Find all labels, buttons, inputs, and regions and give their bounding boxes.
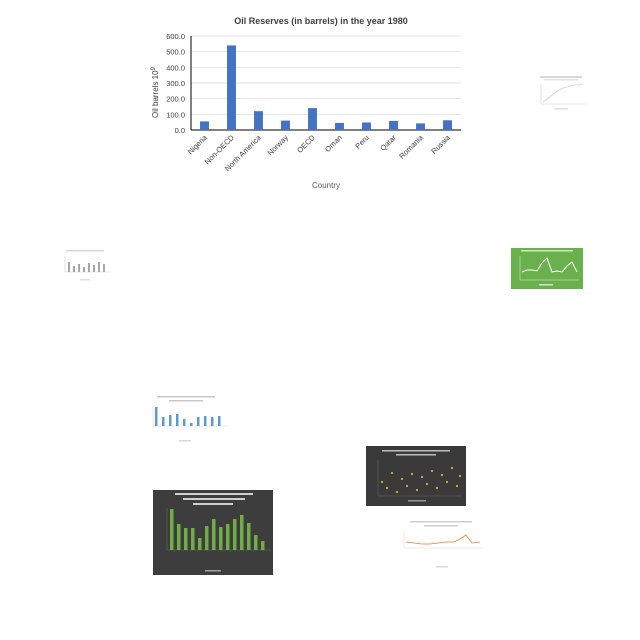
x-tick-label: Romania bbox=[397, 132, 425, 160]
y-tick-label: 500.0 bbox=[166, 48, 185, 57]
bar-russia bbox=[443, 120, 452, 130]
svg-text:Oil barrels 109: Oil barrels 109 bbox=[151, 66, 160, 118]
y-axis-label-exponent: 9 bbox=[151, 66, 157, 70]
thumb-scatter-white bbox=[532, 72, 590, 112]
y-tick-label: 0.0 bbox=[175, 126, 185, 135]
y-axis-label-text: Oil barrels 10 bbox=[151, 70, 160, 118]
x-axis-label: Country bbox=[312, 181, 340, 190]
thumb-bar-blue bbox=[143, 394, 229, 446]
bar-peru bbox=[362, 122, 371, 130]
y-tick-label: 300.0 bbox=[166, 79, 185, 88]
y-tick-label: 200.0 bbox=[166, 95, 185, 104]
thumb-bar-gray bbox=[58, 248, 112, 284]
bar-nigeria bbox=[200, 121, 209, 130]
y-tick-label: 600.0 bbox=[166, 32, 185, 41]
x-tick-label: Qatar bbox=[378, 133, 398, 153]
x-tick-label: Oman bbox=[323, 133, 344, 154]
x-tick-label: Peru bbox=[353, 133, 371, 151]
thumb-line-orange bbox=[396, 518, 484, 572]
y-tick-label: 100.0 bbox=[166, 110, 185, 119]
y-axis-label: Oil barrels 109 bbox=[151, 66, 160, 118]
x-tick-label: Nigeria bbox=[186, 132, 210, 156]
x-tick-label: Russia bbox=[429, 132, 452, 155]
bar-qatar bbox=[389, 120, 398, 130]
bar-oman bbox=[335, 122, 344, 130]
thumb-scatter-dark bbox=[366, 446, 466, 506]
thumb-bar-dark-green bbox=[153, 490, 273, 575]
bar-non-oecd bbox=[227, 45, 236, 130]
x-tick-label: Norway bbox=[266, 133, 291, 158]
main-bar-chart: Oil Reserves (in barrels) in the year 19… bbox=[151, 16, 461, 190]
chart-title: Oil Reserves (in barrels) in the year 19… bbox=[234, 16, 408, 26]
bar-romania bbox=[416, 123, 425, 130]
bar-oecd bbox=[308, 108, 317, 130]
thumb-line-green bbox=[511, 248, 583, 289]
bar-norway bbox=[281, 120, 290, 130]
bar-north-america bbox=[254, 111, 263, 130]
y-tick-label: 400.0 bbox=[166, 63, 185, 72]
x-tick-label: OECD bbox=[295, 133, 317, 155]
